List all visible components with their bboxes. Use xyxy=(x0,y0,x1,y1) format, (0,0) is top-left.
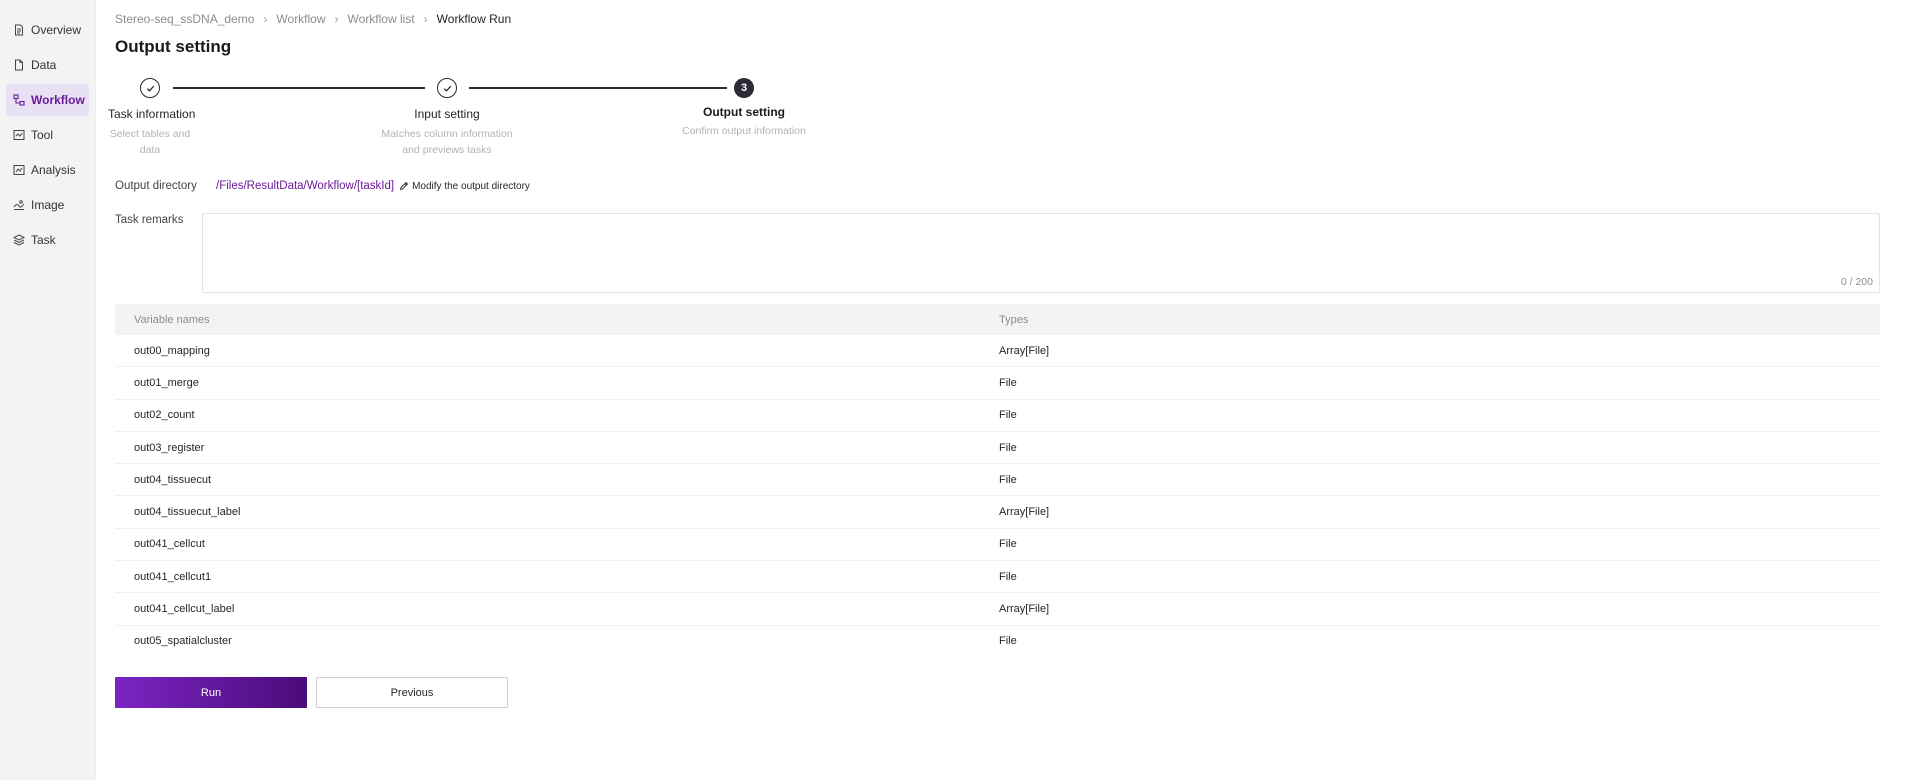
variable-name-cell: out041_cellcut xyxy=(134,538,205,551)
breadcrumb-project[interactable]: Stereo-seq_ssDNA_demo xyxy=(115,12,254,26)
char-count: 0 / 200 xyxy=(1840,276,1873,288)
variable-name-cell: out01_merge xyxy=(134,376,199,389)
task-remarks-box: 0 / 200 xyxy=(202,213,1880,293)
type-cell: File xyxy=(999,473,1017,486)
step-2-title: Input setting xyxy=(414,107,480,121)
variable-name-cell: out02_count xyxy=(134,409,195,422)
task-remarks-label: Task remarks xyxy=(115,214,184,226)
document-icon xyxy=(12,23,26,37)
type-cell: File xyxy=(999,538,1017,551)
breadcrumb-workflow[interactable]: Workflow xyxy=(276,12,325,26)
step-1-title: Task information xyxy=(108,107,196,121)
step-1-desc: Select tables and data xyxy=(109,128,191,156)
task-remarks-input[interactable] xyxy=(203,214,1879,292)
type-cell: File xyxy=(999,441,1017,454)
table-row: out05_spatialcluster File xyxy=(115,626,1880,648)
variable-name-cell: out04_tissuecut xyxy=(134,473,212,486)
variable-name-cell: out05_spatialcluster xyxy=(134,635,232,648)
check-icon xyxy=(146,85,154,92)
table-row: out01_merge File xyxy=(115,367,1880,400)
image-icon xyxy=(12,198,26,212)
run-button[interactable]: Run xyxy=(115,677,307,708)
sidebar-item-label: Workflow xyxy=(31,93,85,107)
check-icon xyxy=(443,85,451,92)
step-2-desc-line2: and previews tasks xyxy=(402,144,492,156)
type-cell: File xyxy=(999,570,1017,583)
type-cell: File xyxy=(999,376,1017,389)
table-row: out04_tissuecut_label Array[File] xyxy=(115,496,1880,529)
table-row: out00_mapping Array[File] xyxy=(115,335,1880,368)
steps: 3 Task information Select tables and dat… xyxy=(108,78,915,158)
sidebar-item-label: Analysis xyxy=(31,163,76,177)
table-row: out02_count File xyxy=(115,400,1880,432)
sidebar-item-image[interactable]: Image xyxy=(6,189,89,221)
table-row: out03_register File xyxy=(115,432,1880,465)
workflow-icon xyxy=(12,93,26,107)
type-cell: Array[File] xyxy=(999,344,1050,357)
variable-name-cell: out00_mapping xyxy=(134,344,210,357)
main-content: Stereo-seq_ssDNA_demo › Workflow › Workf… xyxy=(108,0,1880,780)
breadcrumb-workflow-run: Workflow Run xyxy=(436,12,512,26)
output-directory-row: Output directory /Files/ResultData/Workf… xyxy=(115,180,530,192)
sidebar-item-label: Image xyxy=(31,198,65,212)
layers-icon xyxy=(12,233,26,247)
sidebar-item-label: Overview xyxy=(31,23,82,37)
step-connector xyxy=(173,87,425,89)
column-header-types: Types xyxy=(999,313,1029,326)
chevron-right-icon: › xyxy=(423,12,428,26)
breadcrumb-workflow-list[interactable]: Workflow list xyxy=(348,12,415,26)
breadcrumb: Stereo-seq_ssDNA_demo › Workflow › Workf… xyxy=(115,12,511,26)
sidebar-item-overview[interactable]: Overview xyxy=(6,14,89,46)
sidebar-item-label: Data xyxy=(31,58,57,72)
step-3-title: Output setting xyxy=(703,105,785,119)
sidebar-item-workflow[interactable]: Workflow xyxy=(6,84,89,116)
table-row: out041_cellcut_label Array[File] xyxy=(115,593,1880,626)
column-header-variable-names: Variable names xyxy=(134,313,210,326)
tool-icon xyxy=(12,128,26,142)
chevron-right-icon: › xyxy=(334,12,339,26)
modify-output-directory-link[interactable]: Modify the output directory xyxy=(399,181,530,192)
variable-name-cell: out04_tissuecut_label xyxy=(134,506,241,519)
sidebar-item-task[interactable]: Task xyxy=(6,224,89,256)
sidebar-item-label: Tool xyxy=(31,128,54,142)
sidebar-item-label: Task xyxy=(31,233,56,247)
output-directory-label: Output directory xyxy=(115,180,197,192)
step-3-desc: Confirm output information xyxy=(682,125,806,137)
table-row: out04_tissuecut File xyxy=(115,464,1880,497)
page-title: Output setting xyxy=(115,37,232,56)
previous-button[interactable]: Previous xyxy=(316,677,508,708)
step-connector xyxy=(469,87,727,89)
sidebar-item-analysis[interactable]: Analysis xyxy=(6,154,89,186)
output-variables-table[interactable]: Variable names Types out00_mapping Array… xyxy=(115,304,1880,648)
output-directory-path: /Files/ResultData/Workflow/[taskId] xyxy=(216,180,395,192)
variable-name-cell: out03_register xyxy=(134,441,205,454)
analysis-icon xyxy=(12,163,26,177)
step-3-indicator: 3 xyxy=(734,78,754,98)
chevron-right-icon: › xyxy=(263,12,268,26)
type-cell: File xyxy=(999,409,1017,422)
table-row: out041_cellcut File xyxy=(115,529,1880,562)
type-cell: Array[File] xyxy=(999,603,1050,616)
sidebar-item-tool[interactable]: Tool xyxy=(6,119,89,151)
pencil-icon xyxy=(399,181,409,191)
app-window: Overview Data Workflow Tool Analysis Ima… xyxy=(0,0,1910,780)
file-icon xyxy=(12,58,26,72)
type-cell: Array[File] xyxy=(999,506,1050,519)
step-2-indicator xyxy=(437,78,457,98)
sidebar: Overview Data Workflow Tool Analysis Ima… xyxy=(0,0,96,780)
variable-name-cell: out041_cellcut_label xyxy=(134,603,235,616)
table-header: Variable names Types xyxy=(115,304,1880,335)
table-row: out041_cellcut1 File xyxy=(115,561,1880,594)
type-cell: File xyxy=(999,635,1017,648)
variable-name-cell: out041_cellcut1 xyxy=(134,570,212,583)
step-1-indicator xyxy=(140,78,160,98)
modify-output-directory-label: Modify the output directory xyxy=(412,180,530,192)
step-2-desc-line1: Matches column information xyxy=(381,128,513,140)
sidebar-item-data[interactable]: Data xyxy=(6,49,89,81)
